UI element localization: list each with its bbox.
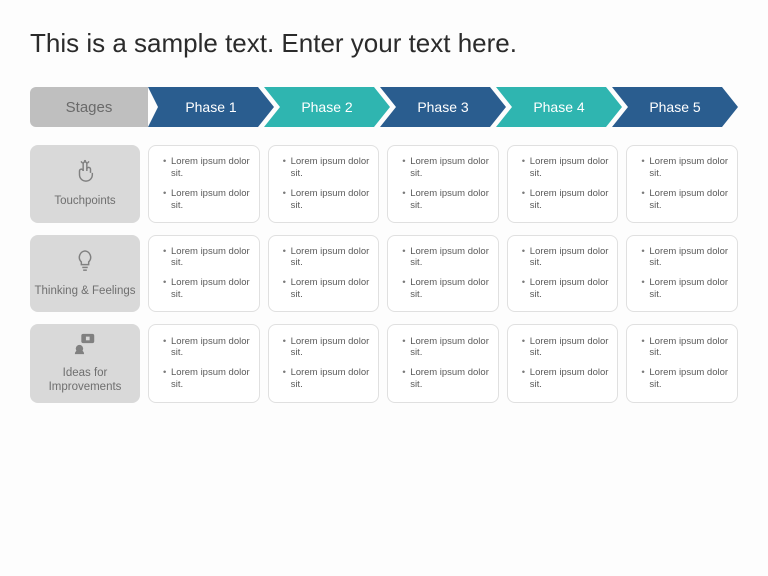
row-label-thinking: Thinking & Feelings [30, 235, 140, 313]
bullet: Lorem ipsum dolor sit. [641, 336, 729, 360]
bullet: Lorem ipsum dolor sit. [402, 277, 490, 301]
content-cell: Lorem ipsum dolor sit. Lorem ipsum dolor … [507, 235, 619, 313]
content-cell: Lorem ipsum dolor sit. Lorem ipsum dolor … [148, 235, 260, 313]
bullet: Lorem ipsum dolor sit. [522, 336, 610, 360]
phase-label: Phase 4 [533, 99, 584, 115]
content-cell: Lorem ipsum dolor sit. Lorem ipsum dolor … [626, 145, 738, 223]
content-cell: Lorem ipsum dolor sit. Lorem ipsum dolor … [507, 145, 619, 223]
content-cell: Lorem ipsum dolor sit. Lorem ipsum dolor … [626, 324, 738, 403]
bullet: Lorem ipsum dolor sit. [641, 246, 729, 270]
bullet: Lorem ipsum dolor sit. [163, 246, 251, 270]
bullet: Lorem ipsum dolor sit. [283, 156, 371, 180]
content-cell: Lorem ipsum dolor sit. Lorem ipsum dolor … [148, 324, 260, 403]
page-title: This is a sample text. Enter your text h… [30, 28, 738, 59]
phase-arrow-3: Phase 3 [380, 87, 506, 127]
chat-icon [73, 332, 97, 361]
bullet: Lorem ipsum dolor sit. [283, 336, 371, 360]
phase-label: Phase 2 [301, 99, 352, 115]
bullet: Lorem ipsum dolor sit. [522, 188, 610, 212]
row-label-text: Thinking & Feelings [35, 285, 136, 299]
bullet: Lorem ipsum dolor sit. [283, 246, 371, 270]
phase-arrow-1: Phase 1 [148, 87, 274, 127]
row-label-text: Ideas for Improvements [34, 367, 136, 395]
content-cell: Lorem ipsum dolor sit. Lorem ipsum dolor … [507, 324, 619, 403]
bullet: Lorem ipsum dolor sit. [522, 277, 610, 301]
bullet: Lorem ipsum dolor sit. [163, 156, 251, 180]
bullet: Lorem ipsum dolor sit. [641, 188, 729, 212]
phase-label: Phase 5 [649, 99, 700, 115]
row-label-touchpoints: Touchpoints [30, 145, 140, 223]
bullet: Lorem ipsum dolor sit. [283, 367, 371, 391]
bullet: Lorem ipsum dolor sit. [402, 336, 490, 360]
content-grid: Touchpoints Lorem ipsum dolor sit.Lorem … [30, 145, 738, 403]
bullet: Lorem ipsum dolor sit. [163, 188, 251, 212]
phase-arrow-5: Phase 5 [612, 87, 738, 127]
bullet: Lorem ipsum dolor sit. [283, 277, 371, 301]
content-cell: Lorem ipsum dolor sit. Lorem ipsum dolor … [626, 235, 738, 313]
phase-label: Phase 3 [417, 99, 468, 115]
phase-arrow-4: Phase 4 [496, 87, 622, 127]
content-cell: Lorem ipsum dolor sit. Lorem ipsum dolor … [148, 145, 260, 223]
bullet: Lorem ipsum dolor sit. [641, 156, 729, 180]
bullet: Lorem ipsum dolor sit. [163, 277, 251, 301]
row-ideas: Ideas for Improvements Lorem ipsum dolor… [30, 324, 738, 403]
row-label-text: Touchpoints [54, 195, 115, 209]
content-cell: Lorem ipsum dolor sit. Lorem ipsum dolor … [387, 324, 499, 403]
bullet: Lorem ipsum dolor sit. [641, 277, 729, 301]
bullet: Lorem ipsum dolor sit. [522, 246, 610, 270]
stages-label: Stages [30, 87, 148, 127]
bulb-icon [74, 248, 96, 279]
stages-header: Stages Phase 1 Phase 2 Phase 3 Phase 4 P… [30, 87, 738, 127]
bullet: Lorem ipsum dolor sit. [402, 367, 490, 391]
content-cell: Lorem ipsum dolor sit. Lorem ipsum dolor … [268, 324, 380, 403]
bullet: Lorem ipsum dolor sit. [163, 336, 251, 360]
bullet: Lorem ipsum dolor sit. [641, 367, 729, 391]
bullet: Lorem ipsum dolor sit. [402, 188, 490, 212]
bullet: Lorem ipsum dolor sit. [522, 367, 610, 391]
bullet: Lorem ipsum dolor sit. [163, 367, 251, 391]
row-thinking: Thinking & Feelings Lorem ipsum dolor si… [30, 235, 738, 313]
phase-label: Phase 1 [185, 99, 236, 115]
content-cell: Lorem ipsum dolor sit. Lorem ipsum dolor … [268, 235, 380, 313]
bullet: Lorem ipsum dolor sit. [402, 246, 490, 270]
content-cell: Lorem ipsum dolor sit. Lorem ipsum dolor … [387, 235, 499, 313]
row-label-ideas: Ideas for Improvements [30, 324, 140, 403]
content-cell: Lorem ipsum dolor sit. Lorem ipsum dolor … [268, 145, 380, 223]
bullet: Lorem ipsum dolor sit. [522, 156, 610, 180]
phase-arrow-2: Phase 2 [264, 87, 390, 127]
bullet: Lorem ipsum dolor sit. [283, 188, 371, 212]
row-touchpoints: Touchpoints Lorem ipsum dolor sit.Lorem … [30, 145, 738, 223]
content-cell: Lorem ipsum dolor sit. Lorem ipsum dolor … [387, 145, 499, 223]
bullet: Lorem ipsum dolor sit. [402, 156, 490, 180]
touch-icon [74, 158, 96, 189]
